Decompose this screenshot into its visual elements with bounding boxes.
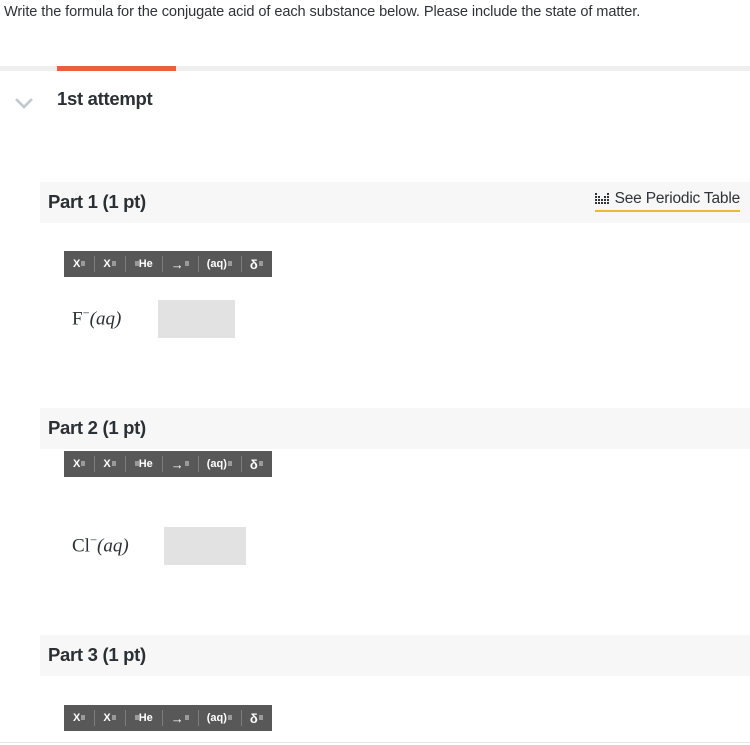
toolbar-button-subscript[interactable]: X xyxy=(94,705,124,731)
formula-state-of-matter: (aq) xyxy=(89,308,122,330)
part-title: Part 2 (1 pt) xyxy=(48,417,146,438)
answer-row: F−(aq) xyxy=(0,298,750,342)
toolbar-button-sub-placeholder-icon xyxy=(184,714,189,722)
toolbar-button-glyph: He xyxy=(138,457,153,470)
bottom-divider xyxy=(0,742,750,743)
toolbar-button-isotope[interactable]: He xyxy=(124,251,162,277)
substance-formula: Cl−(aq) xyxy=(72,533,129,557)
toolbar-button-sup-placeholder-icon xyxy=(80,260,86,268)
part-header: Part 1 (1 pt) See Periodic Table xyxy=(40,182,750,223)
toolbar-button-glyph: δ xyxy=(249,456,258,472)
toolbar-button-sub-placeholder-icon xyxy=(111,260,116,268)
formula-element: F xyxy=(72,308,83,330)
toolbar-button-sub-placeholder-icon xyxy=(111,714,116,722)
toolbar-button-glyph: X xyxy=(73,711,81,724)
substance-formula: F−(aq) xyxy=(72,306,121,330)
toolbar-button-superscript[interactable]: X xyxy=(64,451,94,477)
toolbar-button-glyph: X xyxy=(103,457,111,470)
toolbar-button-glyph: (aq) xyxy=(206,257,227,270)
formula-state-of-matter: (aq) xyxy=(97,535,129,557)
see-periodic-table-link[interactable]: See Periodic Table xyxy=(594,190,741,212)
answer-row: Cl−(aq) xyxy=(0,525,750,569)
toolbar-button-subscript[interactable]: X xyxy=(94,451,124,477)
part-title: Part 1 (1 pt) xyxy=(48,191,146,212)
equation-toolbar: X X He → (aq) δ xyxy=(64,705,272,731)
toolbar-button-state[interactable]: (aq) xyxy=(197,705,241,731)
toolbar-button-subscript[interactable]: X xyxy=(94,251,124,277)
equation-toolbar: X X He → (aq) δ xyxy=(64,451,272,477)
toolbar-button-state[interactable]: (aq) xyxy=(197,251,241,277)
toolbar-button-glyph: (aq) xyxy=(206,457,227,470)
see-periodic-table-label: See Periodic Table xyxy=(614,190,741,207)
toolbar-button-glyph: δ xyxy=(249,256,258,272)
toolbar-button-sub-placeholder-icon xyxy=(258,460,263,468)
toolbar-button-sub-placeholder-icon xyxy=(227,260,232,268)
formula-charge: − xyxy=(89,533,98,547)
toolbar-button-sup-placeholder-icon xyxy=(80,460,86,468)
part-header: Part 3 (1 pt) xyxy=(40,635,750,676)
toolbar-button-glyph: δ xyxy=(249,710,258,726)
question-prompt: Write the formula for the conjugate acid… xyxy=(4,4,641,20)
chevron-down-icon[interactable] xyxy=(13,96,35,110)
toolbar-button-isotope[interactable]: He xyxy=(124,705,162,731)
toolbar-button-glyph: → xyxy=(170,456,184,472)
toolbar-button-glyph: (aq) xyxy=(206,711,227,724)
toolbar-button-superscript[interactable]: X xyxy=(64,705,94,731)
question-page: Write the formula for the conjugate acid… xyxy=(0,0,750,745)
toolbar-button-sub-placeholder-icon xyxy=(184,460,189,468)
toolbar-button-glyph: X xyxy=(103,257,111,270)
equation-toolbar: X X He → (aq) δ xyxy=(64,251,272,277)
toolbar-button-sub-placeholder-icon xyxy=(258,714,263,722)
toolbar-button-sub-placeholder-icon xyxy=(227,714,232,722)
toolbar-button-superscript[interactable]: X xyxy=(64,251,94,277)
formula-element: Cl xyxy=(72,535,90,557)
answer-input[interactable] xyxy=(164,527,246,565)
toolbar-button-glyph: → xyxy=(170,710,184,726)
toolbar-button-arrow[interactable]: → xyxy=(161,705,198,731)
periodic-table-icon xyxy=(594,192,610,206)
attempt-tab-active-indicator[interactable] xyxy=(57,66,176,71)
attempt-label: 1st attempt xyxy=(57,88,153,109)
toolbar-button-sub-placeholder-icon xyxy=(111,460,116,468)
attempt-tabstrip xyxy=(0,66,750,71)
toolbar-button-sub-placeholder-icon xyxy=(227,460,232,468)
toolbar-button-glyph: X xyxy=(73,257,81,270)
toolbar-button-delta[interactable]: δ xyxy=(240,451,272,477)
toolbar-button-sub-placeholder-icon xyxy=(184,260,189,268)
toolbar-button-isotope[interactable]: He xyxy=(124,451,162,477)
toolbar-button-sup-placeholder-icon xyxy=(80,714,86,722)
part-header: Part 2 (1 pt) xyxy=(40,408,750,449)
answer-input[interactable] xyxy=(158,300,235,338)
toolbar-button-glyph: X xyxy=(103,711,111,724)
toolbar-button-arrow[interactable]: → xyxy=(161,251,198,277)
toolbar-button-glyph: He xyxy=(138,257,153,270)
toolbar-button-glyph: X xyxy=(73,457,81,470)
toolbar-button-arrow[interactable]: → xyxy=(161,451,198,477)
toolbar-button-delta[interactable]: δ xyxy=(240,251,272,277)
formula-charge: − xyxy=(82,306,90,320)
toolbar-button-sub-placeholder-icon xyxy=(258,260,263,268)
toolbar-button-delta[interactable]: δ xyxy=(240,705,272,731)
part-title: Part 3 (1 pt) xyxy=(48,644,146,665)
toolbar-button-state[interactable]: (aq) xyxy=(197,451,241,477)
attempt-header: 1st attempt xyxy=(0,86,750,122)
toolbar-button-glyph: He xyxy=(138,711,153,724)
toolbar-button-glyph: → xyxy=(170,256,184,272)
